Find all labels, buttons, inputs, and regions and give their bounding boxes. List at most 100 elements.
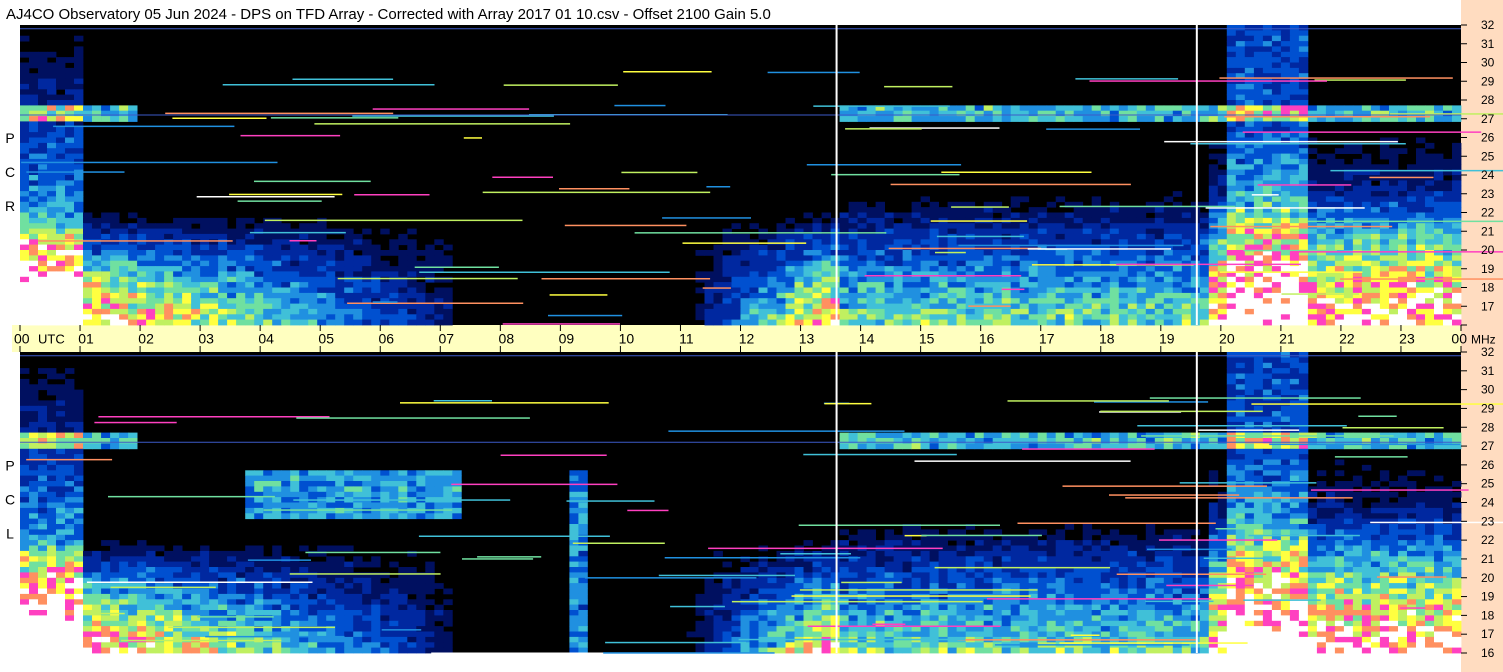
heatmap-cell xyxy=(1064,319,1075,326)
heatmap-cell xyxy=(893,110,903,117)
heatmap-cell xyxy=(290,303,300,310)
heatmap-cell xyxy=(281,260,291,267)
heatmap-cell xyxy=(1127,287,1138,294)
heatmap-cell xyxy=(263,513,273,520)
heatmap-cell xyxy=(1307,239,1318,246)
heatmap-cell xyxy=(884,529,894,536)
heatmap-cell xyxy=(1289,110,1300,117)
heatmap-cell xyxy=(1082,314,1093,321)
heatmap-cell xyxy=(1379,137,1390,144)
heatmap-cell xyxy=(1001,540,1012,546)
heatmap-cell xyxy=(443,292,453,299)
heatmap-cell xyxy=(1434,438,1444,444)
heatmap-cell xyxy=(749,255,759,262)
heatmap-cell xyxy=(1361,201,1372,208)
heatmap-cell xyxy=(38,201,48,208)
heatmap-cell xyxy=(155,223,165,229)
heatmap-cell xyxy=(1226,137,1237,144)
heatmap-cell xyxy=(1091,540,1102,546)
heatmap-cell xyxy=(1443,502,1453,509)
heatmap-cell xyxy=(20,212,30,219)
heatmap-cell xyxy=(227,266,237,272)
heatmap-cell xyxy=(1226,448,1237,455)
heatmap-cell xyxy=(839,110,849,117)
heatmap-cell xyxy=(1091,319,1102,326)
heatmap-cell xyxy=(1181,438,1192,444)
heatmap-cell xyxy=(56,191,66,197)
interference-streak xyxy=(951,206,1009,208)
heatmap-cell xyxy=(47,497,57,503)
heatmap-cell xyxy=(1136,271,1147,278)
heatmap-cell xyxy=(227,287,237,294)
heatmap-cell xyxy=(1127,282,1138,288)
heatmap-cell xyxy=(794,223,804,229)
heatmap-cell xyxy=(1208,276,1219,283)
heatmap-cell xyxy=(731,233,741,240)
heatmap-cell xyxy=(434,486,444,493)
heatmap-cell xyxy=(947,438,957,444)
heatmap-cell xyxy=(1262,491,1273,498)
heatmap-cell xyxy=(1325,185,1336,192)
heatmap-cell xyxy=(38,180,48,187)
heatmap-cell xyxy=(146,233,156,240)
heatmap-cell xyxy=(65,271,75,278)
heatmap-cell xyxy=(1398,260,1408,267)
heatmap-cell xyxy=(1325,191,1336,197)
heatmap-cell xyxy=(1452,153,1462,160)
heatmap-cell xyxy=(821,266,831,272)
heatmap-cell xyxy=(110,266,120,272)
heatmap-cell xyxy=(920,443,930,450)
heatmap-cell xyxy=(353,303,363,310)
heatmap-cell xyxy=(101,110,111,117)
interference-streak xyxy=(372,108,530,110)
heatmap-cell xyxy=(1262,308,1273,315)
heatmap-cell xyxy=(875,287,885,294)
heatmap-cell xyxy=(20,470,30,477)
heatmap-cell xyxy=(20,260,30,267)
heatmap-cell xyxy=(938,303,948,310)
heatmap-cell xyxy=(218,260,228,267)
heatmap-cell xyxy=(1073,292,1084,299)
heatmap-cell xyxy=(1010,116,1021,122)
heatmap-cell xyxy=(110,212,120,219)
heatmap-cell xyxy=(1343,191,1354,197)
heatmap-cell xyxy=(56,470,66,477)
heatmap-cell xyxy=(128,271,138,278)
heatmap-cell xyxy=(56,373,66,380)
heatmap-cell xyxy=(992,110,1003,117)
heatmap-cell xyxy=(20,266,30,272)
heatmap-cell xyxy=(1244,282,1255,288)
heatmap-cell xyxy=(1271,94,1282,101)
heatmap-cell xyxy=(1262,105,1273,112)
heatmap-cell xyxy=(1289,67,1300,74)
heatmap-cell xyxy=(1352,105,1363,112)
heatmap-cell xyxy=(20,223,30,229)
heatmap-cell xyxy=(1181,239,1192,246)
heatmap-cell xyxy=(1226,57,1237,63)
heatmap-cell xyxy=(74,416,84,423)
heatmap-cell xyxy=(65,73,75,79)
heatmap-cell xyxy=(767,250,777,256)
heatmap-cell xyxy=(1443,282,1453,288)
heatmap-cell xyxy=(947,255,957,262)
heatmap-cell xyxy=(1271,357,1282,364)
heatmap-cell xyxy=(371,276,381,283)
heatmap-cell xyxy=(1280,470,1291,477)
heatmap-cell xyxy=(1289,459,1300,466)
heatmap-cell xyxy=(902,287,912,294)
heatmap-cell xyxy=(245,470,255,477)
heatmap-cell xyxy=(1199,217,1210,224)
interference-streak xyxy=(1219,77,1453,79)
heatmap-cell xyxy=(200,266,210,272)
heatmap-cell xyxy=(1289,175,1300,181)
heatmap-cell xyxy=(1127,314,1138,321)
heatmap-cell xyxy=(29,62,39,69)
heatmap-cell xyxy=(1100,432,1111,439)
heatmap-cell xyxy=(1118,250,1129,256)
heatmap-cell xyxy=(317,255,327,262)
heatmap-cell xyxy=(110,260,120,267)
heatmap-cell xyxy=(911,308,921,315)
heatmap-cell xyxy=(1325,308,1336,315)
heatmap-cell xyxy=(20,228,30,235)
heatmap-cell xyxy=(1172,298,1183,304)
